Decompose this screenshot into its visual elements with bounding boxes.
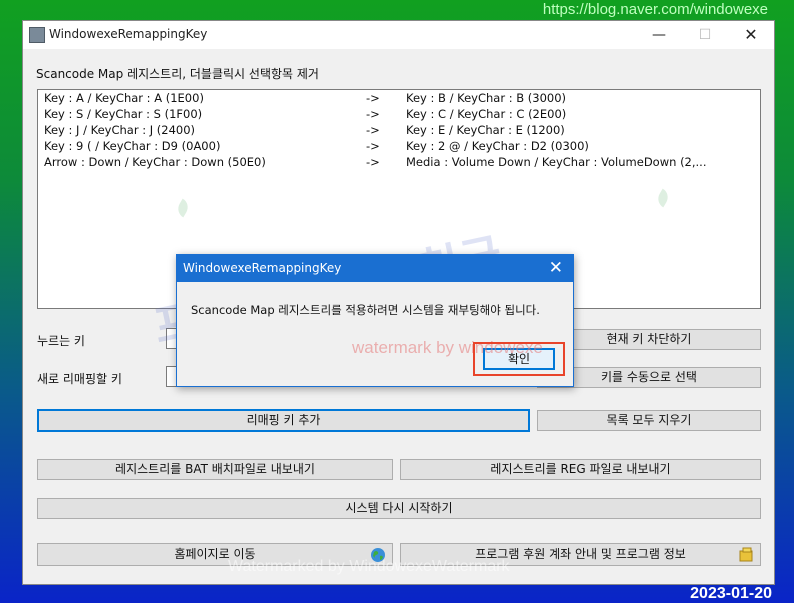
app-icon [29,27,45,43]
window-title: WindowexeRemappingKey [49,27,208,41]
minimize-button[interactable]: — [636,21,682,49]
pressed-key-label: 누르는 키 [37,334,85,348]
date-stamp: 2023-01-20 [690,585,772,602]
leaf-decoration [174,198,192,218]
ok-button-highlight [473,342,565,376]
coins-icon [739,547,753,562]
dialog-message: Scancode Map 레지스트리를 적용하려면 시스템을 재부팅해야 됩니다… [191,303,540,317]
clear-all-button[interactable]: 목록 모두 지우기 [537,410,761,431]
add-remap-button[interactable]: 리매핑 키 추가 [37,409,530,432]
dialog-title: WindowexeRemappingKey [183,261,342,275]
leaf-decoration [654,188,672,208]
blog-url: https://blog.naver.com/windowexe [542,1,768,18]
new-key-label: 새로 리매핑할 키 [37,372,122,386]
export-bat-button[interactable]: 레지스트리를 BAT 배치파일로 내보내기 [37,459,393,480]
title-bar: WindowexeRemappingKey — ☐ ✕ [23,21,774,49]
close-button[interactable]: ✕ [728,21,774,49]
restart-system-button[interactable]: 시스템 다시 시작하기 [37,498,761,519]
maximize-button[interactable]: ☐ [682,21,728,49]
dialog-close-button[interactable]: ✕ [549,258,563,278]
export-reg-button[interactable]: 레지스트리를 REG 파일로 내보내기 [400,459,761,480]
dialog-title-bar: WindowexeRemappingKey ✕ [177,255,573,282]
list-header-label: Scancode Map 레지스트리, 더블클릭시 선택항목 제거 [36,67,319,81]
watermark-bottom: Watermarked by WindowexeWatermark [228,558,510,575]
